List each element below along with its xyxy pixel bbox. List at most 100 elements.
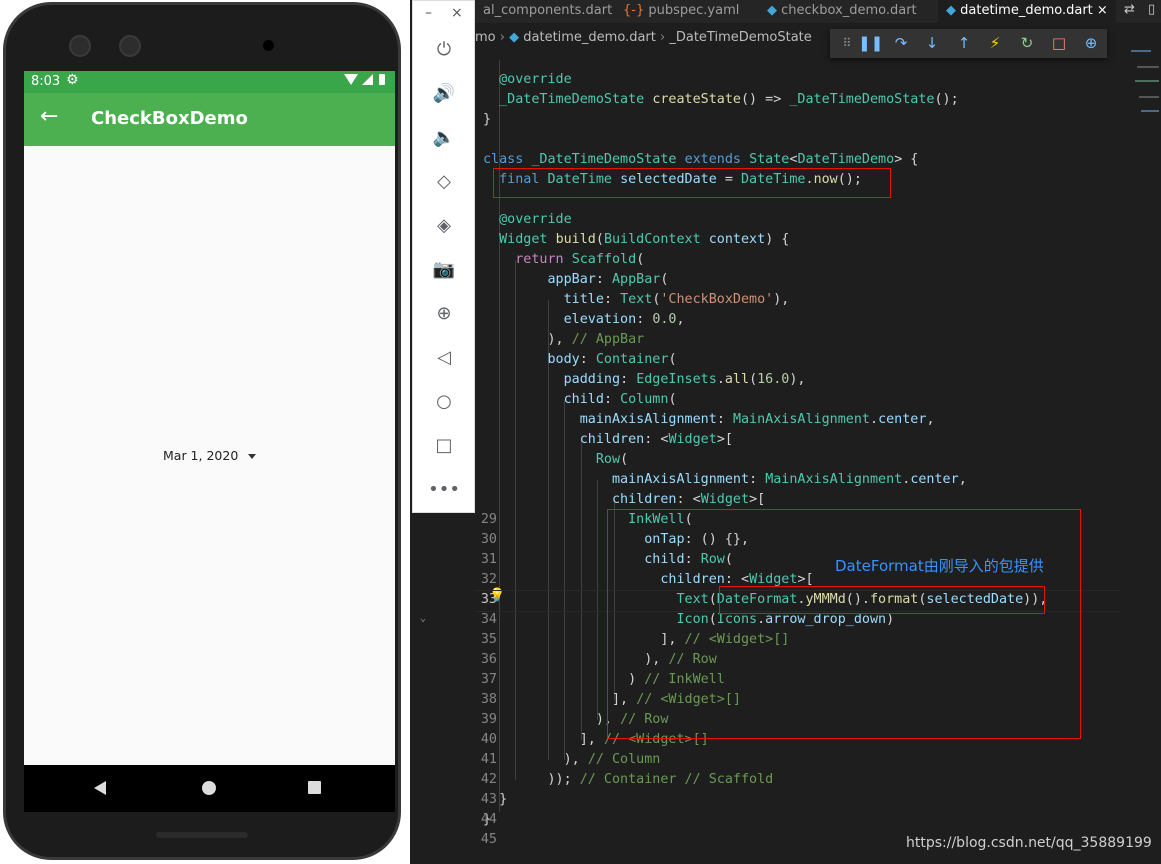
line-number: 34 (480, 612, 497, 627)
breadcrumb-item[interactable]: _DateTimeDemoState (669, 30, 811, 45)
code-line: @override (499, 212, 572, 227)
bottom-speaker (156, 832, 248, 838)
back-arrow-icon[interactable]: ← (40, 104, 58, 129)
line-number: 40 (480, 732, 497, 747)
close-icon[interactable]: × (451, 5, 463, 21)
volume-down-icon[interactable]: 🔈 (430, 123, 458, 151)
code-line: Widget build(BuildContext context) { (499, 232, 790, 247)
phone-frame: 8:03 ⚙ ← CheckBoxDemo Mar 1, 2020 (3, 2, 401, 860)
highlight-box-dateformat (719, 586, 1045, 614)
front-camera (69, 35, 91, 57)
code-line: title: Text('CheckBoxDemo'), (563, 292, 790, 307)
battery-icon (379, 74, 385, 85)
code-line: child: Column( (563, 392, 677, 407)
earpiece-dot (263, 40, 274, 51)
line-number: 44 (480, 812, 497, 827)
hot-reload-icon[interactable]: ⚡ (984, 33, 1006, 53)
highlight-box-inkwell (607, 509, 1081, 739)
nav-back-icon[interactable] (94, 781, 106, 795)
line-number: 43 (480, 792, 497, 807)
line-number: 45 (480, 832, 497, 847)
nav-recents-icon[interactable] (308, 781, 321, 794)
code-line: ), // Column (483, 752, 661, 767)
code-line: } (483, 112, 492, 127)
chevron-right-icon: › (660, 30, 670, 45)
date-label: Mar 1, 2020 (163, 448, 239, 463)
volume-up-icon[interactable]: 🔊 (430, 79, 458, 107)
device-screen[interactable]: 8:03 ⚙ ← CheckBoxDemo Mar 1, 2020 (24, 71, 395, 812)
code-line: body: Container( (547, 352, 677, 367)
nav-home-icon[interactable] (202, 781, 216, 795)
signal-icon (362, 74, 373, 85)
zoom-icon[interactable]: ⊕ (430, 299, 458, 327)
minimize-icon[interactable]: – (425, 5, 432, 21)
power-icon[interactable]: ⏻ (430, 35, 458, 63)
tab-datetime-demo[interactable]: ◆ datetime_demo.dart × (938, 0, 1116, 23)
dart-icon: ◆ (946, 3, 956, 18)
code-line: class _DateTimeDemoState extends State<D… (483, 152, 919, 167)
code-line: ), // AppBar (483, 332, 645, 347)
more-icon[interactable]: ••• (428, 475, 460, 503)
inspect-icon[interactable]: ⊕ (1080, 33, 1102, 53)
status-time: 8:03 (31, 74, 61, 89)
status-bar: 8:03 ⚙ (24, 71, 395, 93)
step-into-icon[interactable]: ↓ (921, 33, 943, 53)
chevron-right-icon: › (499, 30, 510, 45)
fold-chevron-icon[interactable]: ⌄ (420, 613, 426, 624)
emulator-window: 8:03 ⚙ ← CheckBoxDemo Mar 1, 2020 (0, 0, 410, 864)
sensor (119, 35, 141, 57)
line-number: 39 (480, 712, 497, 727)
camera-icon[interactable]: 📷 (430, 255, 458, 283)
date-picker-trigger[interactable]: Mar 1, 2020 (163, 448, 257, 463)
breadcrumb-item[interactable]: datetime_demo.dart (523, 30, 656, 45)
line-number: 36 (480, 652, 497, 667)
code-line: appBar: AppBar( (547, 272, 669, 287)
split-editor-icon[interactable]: ▯ (1148, 2, 1155, 17)
line-number: 38 (480, 692, 497, 707)
compare-icon[interactable]: ⇄ (1124, 2, 1135, 17)
line-number: 42 (480, 772, 497, 787)
restart-icon[interactable]: ↻ (1016, 33, 1038, 53)
stop-icon[interactable]: □ (1048, 33, 1070, 53)
line-number: 37 (480, 672, 497, 687)
line-number: 29 (480, 512, 497, 527)
yaml-icon: {-} (623, 3, 645, 18)
watermark: https://blog.csdn.net/qq_35889199 (906, 835, 1152, 851)
drag-handle-icon[interactable]: ⠿ (836, 33, 858, 53)
code-line: @override (499, 72, 572, 87)
back-icon[interactable]: ◁ (430, 343, 458, 371)
rotate-right-icon[interactable]: ◈ (430, 211, 458, 239)
code-line: padding: EdgeInsets.all(16.0), (563, 372, 806, 387)
emulator-toolbar: – × ⏻ 🔊 🔈 ◇ ◈ 📷 ⊕ ◁ ○ □ ••• (412, 0, 475, 513)
app-bar: ← CheckBoxDemo (24, 93, 395, 146)
tab-close-icon[interactable]: × (1097, 3, 1108, 18)
breadcrumb-item[interactable]: mo (475, 30, 496, 45)
arrow-drop-down-icon (248, 454, 257, 459)
app-title: CheckBoxDemo (91, 108, 248, 129)
rotate-left-icon[interactable]: ◇ (430, 167, 458, 195)
home-icon[interactable]: ○ (430, 387, 458, 415)
dart-icon: ◆ (767, 3, 777, 18)
tab-al-components[interactable]: al_components.dart (475, 0, 620, 23)
code-line: mainAxisAlignment: MainAxisAlignment.cen… (579, 412, 935, 427)
dart-icon: ◆ (509, 30, 520, 45)
step-out-icon[interactable]: ↑ (953, 33, 975, 53)
highlight-box-selected-date (493, 168, 891, 198)
navigation-bar (24, 765, 395, 812)
tab-pubspec[interactable]: {-} pubspec.yaml (615, 0, 747, 23)
pause-icon[interactable]: ❚❚ (858, 33, 883, 53)
line-number: 35 (480, 632, 497, 647)
settings-icon: ⚙ (66, 72, 79, 88)
wifi-icon (344, 74, 358, 85)
step-over-icon[interactable]: ↷ (890, 33, 912, 53)
code-editor[interactable]: @override _DateTimeDemoState createState… (420, 60, 1135, 860)
annotation-label: DateFormat由刚导入的包提供 (835, 557, 1044, 575)
code-line: )); // Container // Scaffold (483, 772, 774, 787)
debug-toolbar: ⠿ ❚❚ ↷ ↓ ↑ ⚡ ↻ □ ⊕ (830, 29, 1107, 58)
code-line: children: <Widget>[ (612, 492, 766, 507)
tab-checkbox-demo[interactable]: ◆ checkbox_demo.dart (759, 0, 925, 23)
overview-icon[interactable]: □ (430, 431, 458, 459)
code-line: mainAxisAlignment: MainAxisAlignment.cen… (612, 472, 967, 487)
code-line: Row( (595, 452, 629, 467)
editor-tab-bar: al_components.dart {-} pubspec.yaml ◆ ch… (475, 0, 1161, 23)
